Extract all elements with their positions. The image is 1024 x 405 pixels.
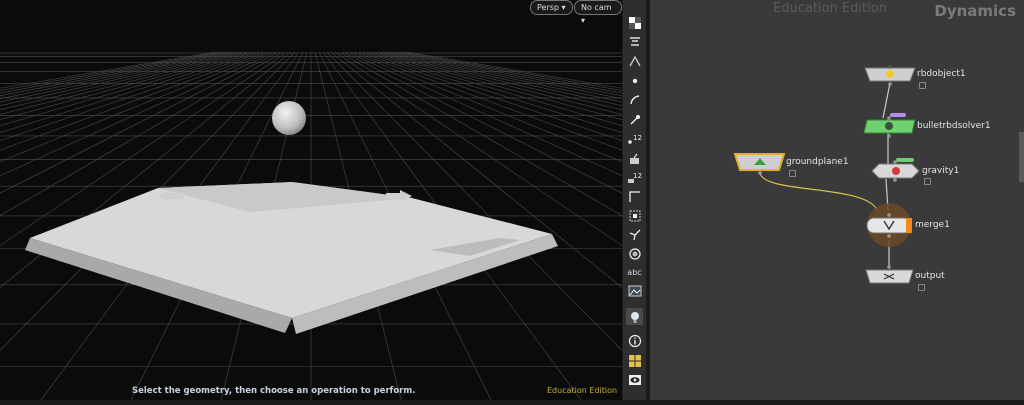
node-groundplane1[interactable] (733, 153, 786, 175)
viewport-scene (0, 51, 622, 400)
node-gravity1[interactable] (871, 158, 920, 182)
node-bulletrbdsolver1[interactable] (863, 113, 916, 138)
sphere-display-icon[interactable] (626, 245, 643, 262)
node-merge1[interactable] (866, 203, 912, 247)
camera-mode-label: Persp (537, 3, 559, 12)
background-image-icon[interactable] (626, 282, 643, 299)
node-rbdobject1[interactable] (864, 65, 916, 86)
node-label-bulletrbdsolver1: bulletrbdsolver1 (917, 121, 991, 131)
vector-display-icon[interactable] (626, 226, 643, 243)
lighting-icon[interactable] (626, 308, 643, 325)
text-display-icon[interactable]: abc (626, 264, 643, 281)
sphere-object[interactable] (272, 101, 306, 135)
scene-viewport[interactable]: Persp ▾ No cam ▾ Select the geometry, th… (0, 0, 622, 400)
lock-icon (918, 284, 925, 291)
point-number-icon[interactable]: 12 (626, 130, 643, 147)
node-label-rbdobject1: rbdobject1 (917, 69, 966, 79)
camera-view-button[interactable]: No cam ▾ (574, 0, 622, 25)
node-label-gravity1: gravity1 (922, 166, 960, 176)
normals-display-icon[interactable] (626, 150, 643, 167)
viewport-layout-icon[interactable] (626, 352, 643, 369)
lock-icon (919, 82, 926, 89)
network-scrollbar[interactable] (1019, 132, 1024, 182)
pin-display-icon[interactable] (626, 111, 643, 128)
shading-mode-icon[interactable] (626, 14, 643, 31)
lock-icon (789, 170, 796, 177)
camera-tool-icon[interactable] (626, 33, 643, 50)
info-icon[interactable] (626, 332, 643, 349)
ghost-tool-icon[interactable] (626, 52, 643, 69)
network-editor[interactable]: Education Edition Dynamics rbdobject1 bu… (650, 0, 1024, 400)
prim-number-label: 12 (633, 172, 642, 180)
visibility-icon[interactable] (626, 371, 643, 388)
bottom-border (0, 400, 1024, 405)
point-number-label: 12 (633, 134, 642, 142)
prim-number-icon[interactable]: 12 (626, 169, 643, 186)
node-wires (759, 82, 891, 268)
camera-view-label: No cam (581, 3, 612, 12)
point-display-icon[interactable] (626, 72, 643, 89)
display-toolbar: 12 12 abc (622, 0, 647, 400)
camera-mode-button[interactable]: Persp ▾ (530, 0, 573, 15)
uv-display-icon[interactable] (626, 188, 643, 205)
node-label-groundplane1: groundplane1 (786, 157, 849, 167)
edition-label: Education Edition (547, 386, 618, 395)
node-label-merge1: merge1 (915, 220, 950, 230)
curve-display-icon[interactable] (626, 91, 643, 108)
lock-icon (924, 178, 931, 185)
node-output[interactable] (865, 265, 914, 284)
node-label-output: output (915, 271, 945, 281)
status-message: Select the geometry, then choose an oper… (132, 386, 416, 396)
bounding-box-icon[interactable] (626, 207, 643, 224)
node-graph (733, 65, 920, 284)
